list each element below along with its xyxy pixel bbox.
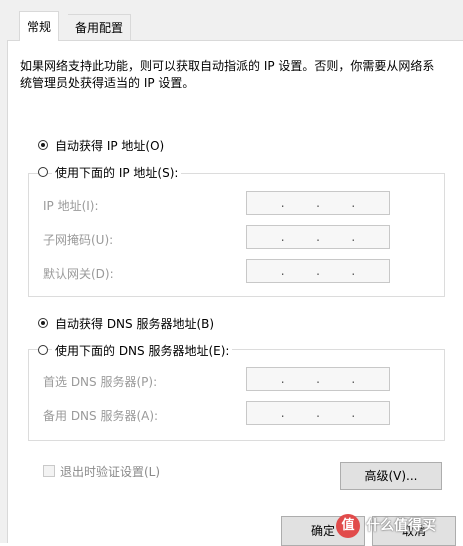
- alternate-dns-label: 备用 DNS 服务器(A):: [43, 409, 159, 423]
- auto-ip-radio[interactable]: [38, 140, 48, 150]
- dns-manual-group: [28, 349, 445, 441]
- manual-ip-radio[interactable]: [38, 167, 48, 177]
- watermark-logo-icon: 值: [336, 514, 360, 538]
- manual-dns-label[interactable]: 使用下面的 DNS 服务器地址(E):: [52, 342, 233, 359]
- auto-dns-radio[interactable]: [38, 318, 48, 328]
- ip-address-input[interactable]: ...: [246, 191, 390, 215]
- preferred-dns-input[interactable]: ...: [246, 367, 390, 391]
- subnet-mask-label: 子网掩码(U):: [43, 233, 114, 247]
- auto-ip-label[interactable]: 自动获得 IP 地址(O): [55, 137, 164, 154]
- background-window-edge: [0, 0, 8, 543]
- advanced-button[interactable]: 高级(V)...: [340, 462, 442, 490]
- alternate-dns-input[interactable]: ...: [246, 401, 390, 425]
- default-gateway-label: 默认网关(D):: [43, 267, 114, 281]
- validate-on-exit-checkbox[interactable]: [43, 465, 55, 477]
- validate-on-exit-label[interactable]: 退出时验证设置(L): [60, 463, 160, 480]
- manual-ip-label[interactable]: 使用下面的 IP 地址(S):: [52, 164, 182, 181]
- tab-alternate-configuration[interactable]: 备用配置: [68, 14, 132, 40]
- manual-dns-radio[interactable]: [38, 345, 48, 355]
- tab-general[interactable]: 常规: [19, 11, 60, 41]
- ip-address-label: IP 地址(I):: [43, 199, 99, 213]
- subnet-mask-input[interactable]: ...: [246, 225, 390, 249]
- tab-bar: 常规 备用配置: [7, 0, 463, 41]
- default-gateway-input[interactable]: ...: [246, 259, 390, 283]
- preferred-dns-label: 首选 DNS 服务器(P):: [43, 375, 158, 389]
- watermark-text: 什么值得买: [366, 518, 436, 534]
- description-text: 如果网络支持此功能，则可以获取自动指派的 IP 设置。否则，你需要从网络系统管理…: [20, 59, 435, 90]
- auto-dns-label[interactable]: 自动获得 DNS 服务器地址(B): [55, 315, 214, 332]
